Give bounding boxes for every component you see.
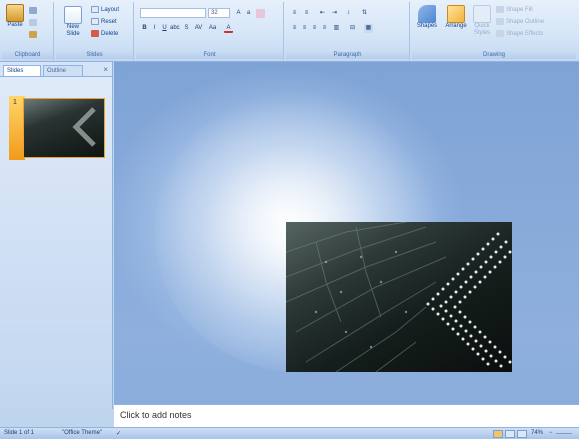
columns-button[interactable]: ▥ (332, 24, 341, 33)
strikethrough-button[interactable]: abc (170, 24, 180, 33)
effects-icon (496, 30, 504, 37)
slides-outline-panel: Slides Outline × 1 (0, 62, 113, 409)
clear-formatting-button[interactable] (256, 9, 265, 18)
arrange-icon (447, 5, 465, 23)
shape-outline-label: Shape Outline (506, 18, 545, 25)
theme-name: "Office Theme" (62, 430, 103, 436)
pencil-icon (496, 18, 504, 25)
status-bar: Slide 1 of 1 "Office Theme" ✓ 74% − (0, 427, 579, 439)
shape-effects-label: Shape Effects (506, 30, 544, 37)
fill-bucket-icon (496, 6, 504, 13)
layout-label: Layout (101, 6, 120, 13)
align-center-button[interactable]: ≡ (300, 24, 309, 33)
drawing-group: Shapes Arrange Quick Styles Shape Fill S… (412, 2, 576, 60)
clipboard-group: Paste Clipboard (2, 2, 54, 60)
zoom-level[interactable]: 74% (531, 430, 543, 436)
brush-icon (29, 31, 37, 38)
delete-label: Delete (101, 30, 119, 37)
slides-group-label: Slides (56, 51, 133, 59)
slide-sorter-view-icon[interactable] (505, 430, 515, 438)
layout-button[interactable]: Layout (91, 5, 119, 14)
new-slide-button[interactable]: New Slide (62, 6, 84, 38)
circuit-board-image[interactable] (286, 222, 512, 372)
paste-button[interactable]: Paste (6, 4, 24, 28)
drawing-group-label: Drawing (412, 51, 576, 59)
font-group-label: Font (136, 51, 283, 59)
font-color-button[interactable]: A (224, 24, 233, 33)
arrange-button[interactable]: Arrange (442, 5, 470, 29)
shapes-icon (418, 5, 436, 23)
reset-button[interactable]: Reset (91, 17, 117, 26)
font-group: 32 A a B I U abc S AV Aa A Font (136, 2, 284, 60)
ribbon: Paste Clipboard New Slide Layout Reset D… (0, 0, 579, 62)
slides-group: New Slide Layout Reset Delete Slides (56, 2, 134, 60)
layout-icon (91, 6, 99, 13)
shape-effects-button[interactable]: Shape Effects (496, 29, 543, 38)
shapes-label: Shapes (416, 23, 438, 29)
notes-pane[interactable]: Click to add notes (114, 404, 579, 427)
quick-styles-button[interactable]: Quick Styles (472, 5, 492, 37)
align-text-button[interactable]: ⊟ (348, 24, 357, 33)
new-slide-icon (64, 6, 82, 24)
align-left-button[interactable]: ≡ (290, 24, 299, 33)
zoom-out-icon[interactable]: − (549, 430, 553, 436)
normal-view-icon[interactable] (493, 430, 503, 438)
font-size-select[interactable]: 32 (208, 8, 230, 18)
shape-fill-button[interactable]: Shape Fill (496, 5, 533, 14)
paste-label: Paste (7, 22, 23, 28)
delete-button[interactable]: Delete (91, 29, 118, 38)
align-right-button[interactable]: ≡ (310, 24, 319, 33)
quick-styles-label: Quick Styles (473, 23, 491, 36)
zoom-slider[interactable] (556, 433, 572, 434)
shrink-font-button[interactable]: a (244, 9, 253, 18)
slide-number: 1 (13, 99, 17, 106)
tab-slides[interactable]: Slides (3, 65, 41, 76)
italic-button[interactable]: I (150, 24, 159, 33)
text-direction-button[interactable]: ⇅ (360, 9, 369, 18)
spelling-check-icon[interactable]: ✓ (116, 430, 121, 437)
shape-fill-label: Shape Fill (506, 6, 533, 13)
bullets-button[interactable]: ≡ (290, 9, 299, 18)
paragraph-group-label: Paragraph (286, 51, 409, 59)
close-icon[interactable]: × (103, 65, 108, 74)
shapes-button[interactable]: Shapes (414, 5, 440, 29)
justify-button[interactable]: ≡ (320, 24, 329, 33)
slideshow-view-icon[interactable] (517, 430, 527, 438)
format-painter-button[interactable] (29, 30, 37, 39)
shadow-button[interactable]: S (182, 24, 191, 33)
shape-outline-button[interactable]: Shape Outline (496, 17, 544, 26)
underline-button[interactable]: U (160, 24, 169, 33)
slide-count: Slide 1 of 1 (4, 430, 35, 436)
delete-icon (91, 30, 99, 37)
arrange-label: Arrange (445, 23, 467, 29)
new-slide-label: New Slide (66, 24, 80, 37)
scissors-icon (29, 7, 37, 14)
quick-styles-icon (473, 5, 491, 23)
bold-button[interactable]: B (140, 24, 149, 33)
font-name-select[interactable] (140, 8, 206, 18)
copy-button[interactable] (29, 18, 37, 27)
notes-placeholder[interactable]: Click to add notes (120, 410, 192, 420)
change-case-button[interactable]: Aa (208, 24, 217, 33)
tab-outline[interactable]: Outline (43, 65, 83, 76)
clipboard-icon (6, 4, 24, 22)
decrease-indent-button[interactable]: ⇤ (318, 9, 327, 18)
copy-icon (29, 19, 37, 26)
thumbnail-list: 1 (0, 76, 112, 409)
line-spacing-button[interactable]: ↕ (344, 9, 353, 18)
reset-label: Reset (101, 18, 117, 25)
grow-font-button[interactable]: A (234, 9, 243, 18)
char-spacing-button[interactable]: AV (194, 24, 203, 33)
slide-thumbnail[interactable] (23, 98, 105, 158)
chevron-graphic (72, 107, 96, 147)
paragraph-group: ≡ ≡ ⇤ ⇥ ↕ ⇅ ≡ ≡ ≡ ≡ ▥ ⊟ ▦ Paragraph (286, 2, 410, 60)
cut-button[interactable] (29, 6, 37, 15)
smartart-button[interactable]: ▦ (364, 24, 373, 33)
increase-indent-button[interactable]: ⇥ (330, 9, 339, 18)
clipboard-group-label: Clipboard (2, 51, 53, 59)
slide-canvas[interactable] (114, 62, 579, 404)
circuit-board-graphic (286, 222, 512, 372)
numbering-button[interactable]: ≡ (302, 9, 311, 18)
reset-icon (91, 18, 99, 25)
